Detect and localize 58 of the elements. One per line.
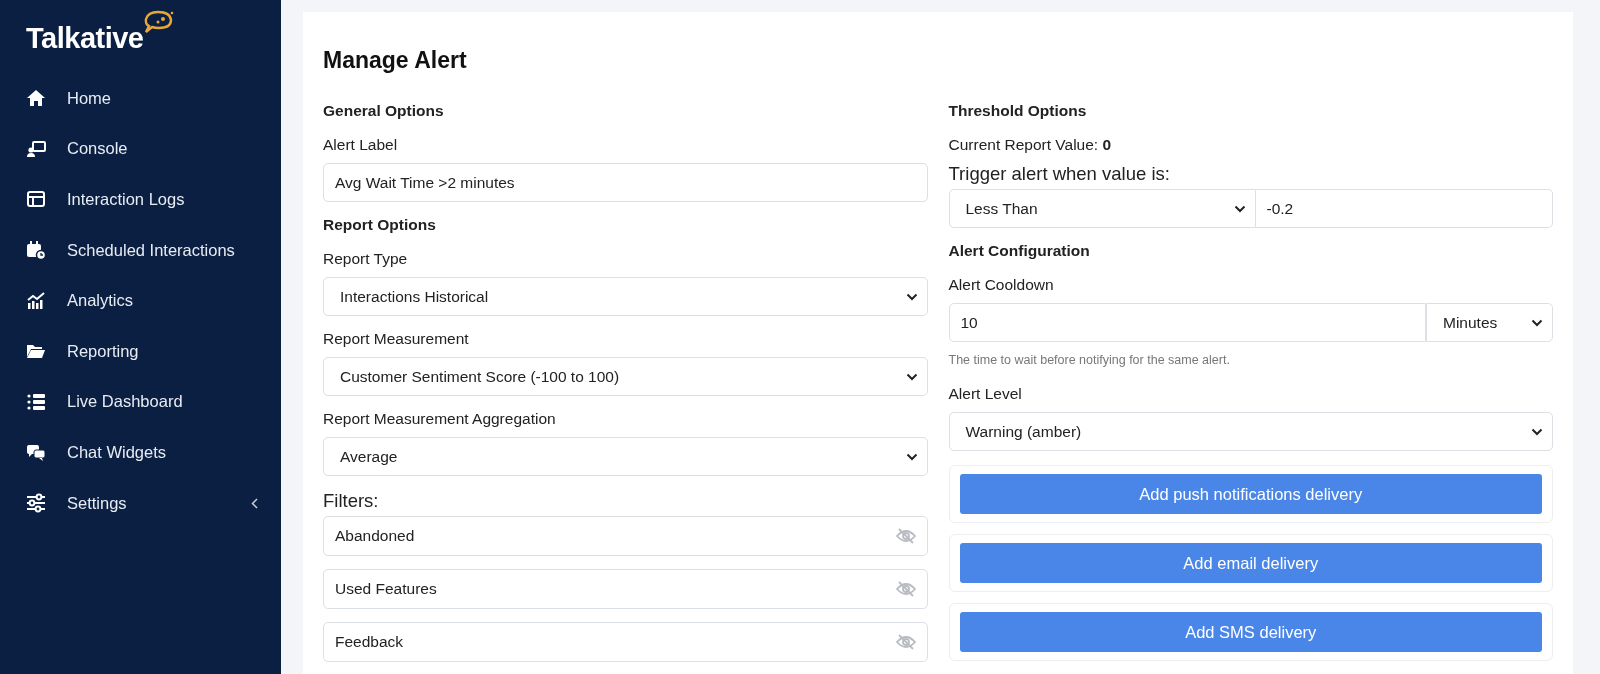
eye-slash-icon	[895, 634, 916, 650]
filter-field[interactable]: Abandoned	[323, 516, 928, 556]
sidebar-item[interactable]: Live Dashboard	[26, 376, 258, 428]
list-icon	[26, 391, 46, 412]
add-delivery-button[interactable]: Add push notifications delivery	[959, 474, 1542, 514]
add-delivery-button[interactable]: Add SMS delivery	[959, 612, 1542, 652]
sidebar-item[interactable]: Reporting	[26, 325, 258, 377]
dropdown[interactable]: Customer Sentiment Score (-100 to 100)	[323, 357, 928, 396]
chevron-down-icon	[1531, 318, 1543, 327]
input-field[interactable]: Avg Wait Time >2 minutes	[323, 163, 928, 202]
field-label: Report Measurement Aggregation	[323, 410, 557, 428]
sidebar-item[interactable]: Analytics	[26, 275, 258, 326]
field-label: Alert Label	[323, 136, 399, 154]
sliders-icon	[26, 493, 46, 514]
chevron-down-icon	[1233, 204, 1246, 213]
section-heading: Threshold Options	[948, 102, 1088, 120]
chat-bubbles-icon	[26, 442, 46, 463]
field-label: Report Measurement	[323, 330, 470, 348]
dropdown[interactable]: Less Than	[948, 189, 1256, 228]
chevron-down-icon	[905, 372, 918, 381]
eye-slash-icon	[895, 581, 916, 597]
field-label: Filters:	[323, 490, 380, 512]
sidebar-item[interactable]: Chat Widgets	[26, 427, 258, 478]
chevron-down-icon	[905, 292, 918, 301]
logo-wordmark: Talkative	[26, 22, 144, 55]
filter-field[interactable]: Feedback	[323, 622, 928, 662]
sidebar-item[interactable]: Interaction Logs	[26, 174, 258, 225]
layout-icon	[26, 189, 46, 210]
bar-chart-icon	[26, 290, 46, 311]
input-field[interactable]: -0.2	[1255, 189, 1553, 228]
chevron-down-icon	[905, 452, 918, 461]
sidebar-item[interactable]: Scheduled Interactions	[26, 224, 258, 276]
monitor-person-icon	[26, 138, 46, 159]
dropdown[interactable]: Minutes	[1426, 303, 1553, 342]
section-heading: Alert Configuration	[948, 242, 1091, 260]
section-heading: Report Options	[323, 216, 437, 234]
sidebar-item[interactable]: Console	[26, 123, 258, 175]
report-value-text: Current Report Value: 0	[948, 136, 1113, 154]
field-label: Trigger alert when value is:	[948, 163, 1171, 185]
field-label: Report Type	[323, 250, 409, 268]
chevron-down-icon	[1531, 427, 1543, 436]
field-label: Alert Level	[948, 385, 1023, 403]
input-field[interactable]: 10	[948, 303, 1426, 342]
field-label: Alert Cooldown	[948, 276, 1055, 294]
sidebar-item[interactable]: Settings	[26, 477, 258, 529]
eye-slash-icon	[895, 528, 916, 544]
section-heading: General Options	[323, 102, 445, 120]
dropdown[interactable]: Interactions Historical	[323, 277, 928, 316]
dropdown[interactable]: Average	[323, 437, 928, 476]
home-icon	[26, 88, 46, 109]
calendar-clock-icon	[26, 240, 46, 261]
filter-field[interactable]: Used Features	[323, 569, 928, 609]
chevron-left-icon	[251, 497, 258, 509]
sidebar-item[interactable]: Home	[26, 73, 258, 124]
help-text: The time to wait before notifying for the same alert.	[948, 353, 1231, 367]
add-delivery-button[interactable]: Add email delivery	[959, 543, 1542, 583]
page-title: Manage Alert	[323, 47, 468, 74]
dropdown[interactable]: Warning (amber)	[948, 412, 1553, 451]
